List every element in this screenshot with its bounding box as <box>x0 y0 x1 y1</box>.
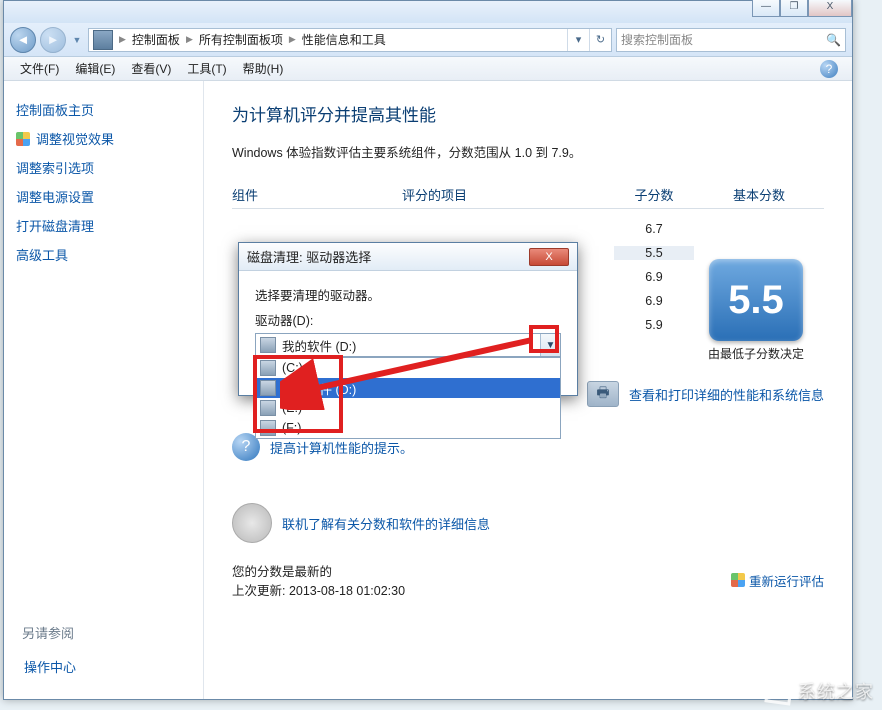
menu-help[interactable]: 帮助(H) <box>235 58 292 79</box>
subscore-value: 6.9 <box>614 270 694 284</box>
drive-option-e[interactable]: (E:) <box>256 398 560 418</box>
drive-option-f[interactable]: (F:) <box>256 418 560 438</box>
link-online-info[interactable]: 联机了解有关分数和软件的详细信息 <box>282 514 490 533</box>
watermark: 系统之家 <box>766 678 874 704</box>
base-score-caption: 由最低子分数决定 <box>696 347 816 363</box>
see-also-header: 另请参阅 <box>22 623 78 642</box>
drive-icon <box>260 360 276 376</box>
menu-file[interactable]: 文件(F) <box>12 58 67 79</box>
nav-history-dropdown[interactable]: ▼ <box>70 31 84 49</box>
search-placeholder: 搜索控制面板 <box>621 31 693 48</box>
col-item: 评分的项目 <box>402 185 614 204</box>
address-bar[interactable]: ▶ 控制面板 ▶ 所有控制面板项 ▶ 性能信息和工具 ▾ ↻ <box>88 28 612 52</box>
menu-bar: 文件(F) 编辑(E) 查看(V) 工具(T) 帮助(H) ? <box>4 57 852 81</box>
subscore-value: 5.5 <box>614 246 694 260</box>
link-performance-tips[interactable]: 提高计算机性能的提示。 <box>270 438 413 457</box>
menu-edit[interactable]: 编辑(E) <box>67 58 123 79</box>
minimize-button[interactable]: — <box>752 0 780 17</box>
printer-icon: 🖶 <box>587 381 619 407</box>
sidebar-item-advanced-tools[interactable]: 高级工具 <box>14 240 193 269</box>
sidebar: 控制面板主页 调整视觉效果 调整索引选项 调整电源设置 打开磁盘清理 高级工具 … <box>4 81 204 699</box>
base-score-panel: 5.5 由最低子分数决定 <box>696 259 816 363</box>
drive-icon <box>260 420 276 436</box>
shield-icon <box>731 573 745 587</box>
address-dropdown-button[interactable]: ▾ <box>567 29 589 51</box>
col-component: 组件 <box>232 185 402 204</box>
disk-cleanup-dialog: 磁盘清理: 驱动器选择 X 选择要清理的驱动器。 驱动器(D): 我的软件 (D… <box>238 242 578 396</box>
sidebar-item-indexing[interactable]: 调整索引选项 <box>14 153 193 182</box>
footer-updated: 上次更新: 2013-08-18 01:02:30 <box>232 580 405 599</box>
chevron-icon[interactable]: ▶ <box>287 34 298 45</box>
drive-selected: 我的软件 (D:) <box>282 336 356 355</box>
back-button[interactable]: ◄ <box>10 27 36 53</box>
drive-label: 驱动器(D): <box>255 310 561 329</box>
col-basescore: 基本分数 <box>694 185 824 204</box>
subscore-value: 5.9 <box>614 318 694 332</box>
sidebar-item-visual-effects[interactable]: 调整视觉效果 <box>14 124 193 153</box>
forward-button[interactable]: ► <box>40 27 66 53</box>
breadcrumb-item[interactable]: 性能信息和工具 <box>298 31 390 48</box>
link-print-details[interactable]: 查看和打印详细的性能和系统信息 <box>629 385 824 404</box>
drive-option-c[interactable]: (C:) <box>256 358 560 378</box>
footer-status: 您的分数是最新的 <box>232 561 405 580</box>
drive-icon <box>260 380 276 396</box>
chevron-icon[interactable]: ▶ <box>184 34 195 45</box>
subscore-value: 6.9 <box>614 294 694 308</box>
sidebar-item-home[interactable]: 控制面板主页 <box>14 95 193 124</box>
sidebar-item-action-center[interactable]: 操作中心 <box>22 652 78 681</box>
sidebar-item-disk-cleanup[interactable]: 打开磁盘清理 <box>14 211 193 240</box>
breadcrumb-item[interactable]: 控制面板 <box>128 31 184 48</box>
breadcrumb-item[interactable]: 所有控制面板项 <box>195 31 287 48</box>
drive-combobox[interactable]: 我的软件 (D:) ▼ (C:) 我的软件 (D:) (E:) (F:) <box>255 333 561 357</box>
score-table-header: 组件 评分的项目 子分数 基本分数 <box>232 185 824 209</box>
close-button[interactable]: X <box>808 0 852 17</box>
page-heading: 为计算机评分并提高其性能 <box>232 101 824 126</box>
dialog-close-button[interactable]: X <box>529 248 569 266</box>
dialog-titlebar[interactable]: 磁盘清理: 驱动器选择 X <box>239 243 577 271</box>
search-box[interactable]: 搜索控制面板 🔍 <box>616 28 846 52</box>
chevron-icon[interactable]: ▶ <box>117 34 128 45</box>
page-subtitle: Windows 体验指数评估主要系统组件，分数范围从 1.0 到 7.9。 <box>232 142 824 161</box>
nav-row: ◄ ► ▼ ▶ 控制面板 ▶ 所有控制面板项 ▶ 性能信息和工具 ▾ ↻ 搜索控… <box>4 23 852 57</box>
watermark-logo-icon <box>764 676 793 705</box>
dialog-title-text: 磁盘清理: 驱动器选择 <box>247 247 371 266</box>
base-score-value: 5.5 <box>709 259 803 341</box>
shield-icon <box>16 132 30 146</box>
rerun-assessment-link[interactable]: 重新运行评估 <box>731 561 824 599</box>
subscore-value: 6.7 <box>614 222 694 236</box>
menu-view[interactable]: 查看(V) <box>123 58 179 79</box>
dialog-prompt: 选择要清理的驱动器。 <box>255 285 561 304</box>
drive-dropdown-list: (C:) 我的软件 (D:) (E:) (F:) <box>255 357 561 439</box>
drive-icon <box>260 400 276 416</box>
menu-tools[interactable]: 工具(T) <box>179 58 234 79</box>
location-icon <box>93 30 113 50</box>
help-icon[interactable]: ? <box>820 60 838 78</box>
sidebar-item-power[interactable]: 调整电源设置 <box>14 182 193 211</box>
titlebar[interactable]: — ❐ X <box>4 1 852 23</box>
disc-icon <box>232 503 272 543</box>
refresh-button[interactable]: ↻ <box>589 29 611 51</box>
drive-option-d[interactable]: 我的软件 (D:) <box>256 378 560 398</box>
search-icon: 🔍 <box>826 33 841 47</box>
col-subscore: 子分数 <box>614 185 694 204</box>
combobox-arrow[interactable]: ▼ <box>540 334 560 356</box>
drive-icon <box>260 337 276 353</box>
maximize-button[interactable]: ❐ <box>780 0 808 17</box>
